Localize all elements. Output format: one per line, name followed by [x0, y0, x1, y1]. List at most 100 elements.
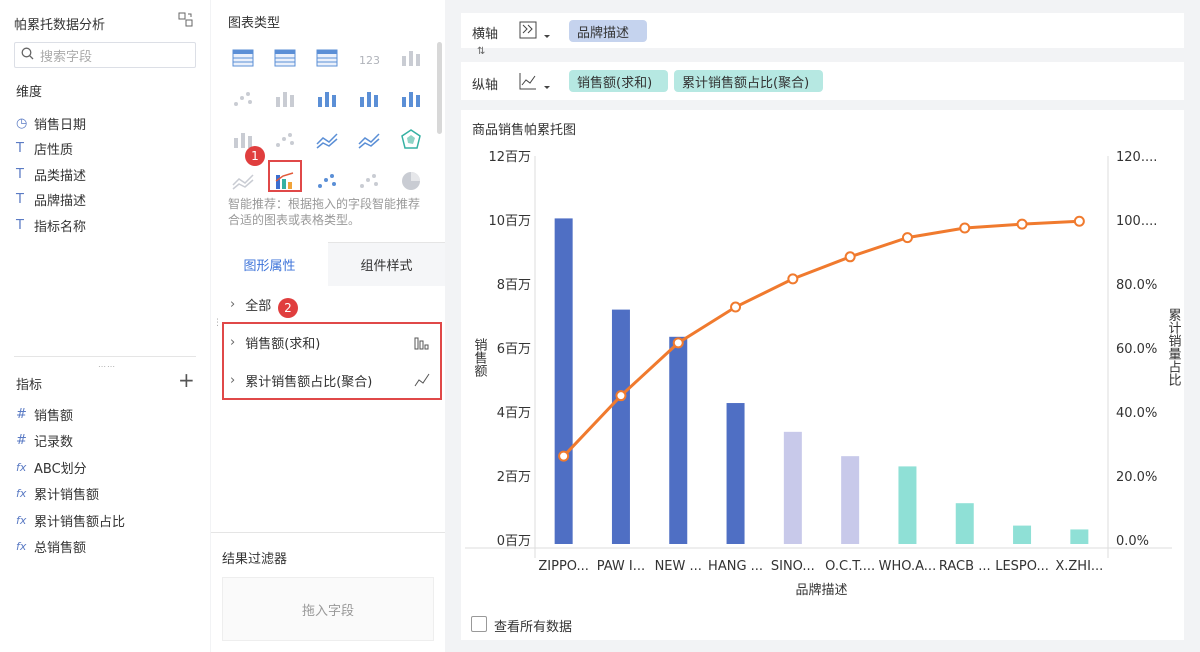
- formula-icon: fx: [16, 513, 27, 527]
- y2-tick-label: 20.0%: [1116, 470, 1157, 485]
- metric-field[interactable]: fx ABC划分: [16, 457, 87, 477]
- x-tick-label: PAW I...: [597, 559, 645, 574]
- dimension-field[interactable]: T 品牌描述: [16, 190, 86, 210]
- dimension-field[interactable]: T 店性质: [16, 139, 73, 159]
- number-icon: #: [16, 433, 27, 448]
- line-point: [787, 273, 799, 285]
- chart-type-scrollbar[interactable]: [437, 42, 442, 134]
- highlight-box: [222, 322, 442, 400]
- view-all-checkbox[interactable]: [471, 616, 487, 632]
- axis-type-icon[interactable]: [518, 71, 554, 95]
- heat-map-icon[interactable]: [273, 87, 297, 111]
- y-chip-ratio[interactable]: 累计销售额占比(聚合): [674, 70, 823, 92]
- metric-field[interactable]: fx 累计销售额占比: [16, 510, 125, 530]
- y-tick-label: 10百万: [488, 214, 531, 229]
- line-chart-icon[interactable]: [357, 128, 381, 152]
- dimension-field[interactable]: T 品类描述: [16, 164, 86, 184]
- x-chip-brand[interactable]: 品牌描述: [569, 20, 647, 42]
- step-badge-1: 1: [245, 146, 265, 166]
- chart-title: 商品销售帕累托图: [472, 123, 577, 138]
- scatter-bar-icon[interactable]: [273, 128, 297, 152]
- y-axis-title: 销售额: [472, 338, 488, 378]
- formula-icon: fx: [16, 460, 27, 474]
- dimension-field[interactable]: T 指标名称: [16, 215, 86, 235]
- line-point: [730, 301, 742, 313]
- bar-chart-icon[interactable]: [399, 87, 423, 111]
- y2-axis-title: 累计销量占比: [1166, 308, 1182, 387]
- x-axis-label: 横轴: [472, 27, 499, 42]
- dimension-field[interactable]: ◷ 销售日期: [16, 113, 86, 133]
- metric-label: 累计销售额占比: [34, 514, 126, 530]
- splitter[interactable]: [14, 356, 196, 357]
- formula-icon: fx: [16, 540, 27, 553]
- bar: [783, 431, 802, 544]
- y2-tick-label: 40.0%: [1116, 406, 1157, 421]
- svg-text:123: 123: [359, 54, 380, 67]
- pie-chart-icon[interactable]: [399, 169, 423, 193]
- metric-label: ABC划分: [34, 461, 87, 477]
- stacked-bar-icon[interactable]: [357, 87, 381, 111]
- switch-dataset-icon[interactable]: [178, 12, 194, 28]
- metric-field[interactable]: # 记录数: [16, 431, 73, 451]
- tab-component-style[interactable]: 组件样式: [328, 242, 445, 286]
- text-type-icon: T: [16, 141, 24, 156]
- bar: [898, 466, 917, 544]
- bubble-icon[interactable]: [357, 169, 381, 193]
- x-tick-label: RACB ...: [939, 559, 991, 574]
- highlight-box: [268, 160, 302, 192]
- bar: [1070, 529, 1089, 544]
- kpi-card-icon[interactable]: 123: [357, 46, 381, 70]
- dimension-label: 店性质: [34, 143, 74, 158]
- y-tick-label: 12百万: [488, 150, 531, 165]
- chevron-right-icon: ›: [230, 296, 236, 312]
- add-metric-button[interactable]: +: [178, 368, 195, 392]
- multi-line-icon[interactable]: [315, 128, 339, 152]
- grouped-bar-icon[interactable]: [315, 87, 339, 111]
- tab-graph-properties[interactable]: 图形属性: [211, 242, 328, 286]
- area-chart-icon[interactable]: [231, 169, 255, 193]
- x-tick-label: NEW ...: [655, 559, 702, 574]
- metric-field[interactable]: # 销售额: [16, 404, 73, 424]
- text-type-icon: T: [16, 217, 24, 233]
- filter-drop-zone[interactable]: 拖入字段: [222, 577, 434, 641]
- dataset-title: 帕累托数据分析: [14, 18, 106, 33]
- dot-map-icon[interactable]: [231, 87, 255, 111]
- swap-axes-icon[interactable]: ⇅: [477, 46, 485, 57]
- metric-field[interactable]: fx 累计销售额: [16, 484, 99, 504]
- bar: [726, 403, 745, 544]
- metric-field[interactable]: fx 总销售额: [16, 537, 86, 557]
- y2-tick-label: 0.0%: [1116, 534, 1149, 549]
- prop-row-all[interactable]: › 全部: [222, 288, 442, 320]
- metric-label: 销售额: [34, 408, 74, 424]
- divider: [211, 532, 445, 533]
- line-point: [558, 450, 570, 462]
- bar: [554, 218, 573, 544]
- resize-handle-icon[interactable]: ⋮: [213, 318, 222, 328]
- table-icon[interactable]: [231, 46, 255, 70]
- filter-drop-label: 拖入字段: [301, 603, 354, 619]
- scatter-icon[interactable]: [315, 169, 339, 193]
- line-point: [959, 222, 971, 234]
- search-placeholder: 搜索字段: [40, 49, 93, 65]
- view-all-label: 查看所有数据: [494, 620, 573, 635]
- line-point: [615, 390, 627, 402]
- y-chip-sales[interactable]: 销售额(求和): [569, 70, 668, 92]
- chip-label: 累计销售额占比(聚合): [682, 75, 810, 91]
- radar-chart-icon[interactable]: [399, 128, 423, 152]
- detail-table-icon[interactable]: [315, 46, 339, 70]
- drag-handle-icon[interactable]: ⋯⋯: [98, 362, 116, 371]
- y2-tick-label: 120....: [1116, 150, 1157, 165]
- bar: [611, 309, 630, 544]
- metric-label: 累计销售额: [34, 488, 100, 503]
- line-point: [901, 232, 913, 244]
- smart-hint: 智能推荐：根据拖入的字段智能推荐合适的图表或表格类型。: [228, 197, 421, 227]
- cross-table-icon[interactable]: [273, 46, 297, 70]
- x-tick-label: X.ZHI...: [1055, 559, 1103, 574]
- prop-row-label: 全部: [245, 298, 272, 314]
- axis-type-icon[interactable]: [518, 20, 554, 44]
- text-card-icon[interactable]: [399, 46, 423, 70]
- x-tick-label: LESPO...: [995, 559, 1049, 574]
- dimension-label: 品类描述: [34, 168, 87, 184]
- line-point: [1016, 218, 1028, 230]
- search-input[interactable]: 搜索字段: [14, 42, 196, 68]
